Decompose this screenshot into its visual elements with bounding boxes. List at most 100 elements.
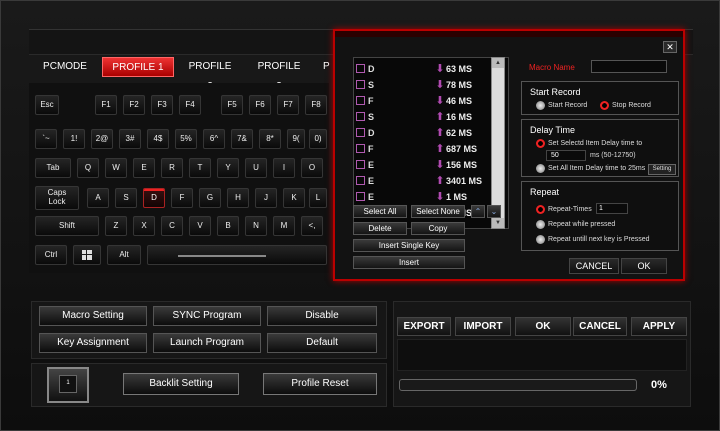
key-f3[interactable]: F3 — [151, 95, 173, 115]
setting-button[interactable]: Setting — [648, 164, 676, 175]
key-l[interactable]: L — [309, 188, 327, 208]
stop-record-radio[interactable] — [600, 101, 609, 110]
key-esc[interactable]: Esc — [35, 95, 59, 115]
scroll-down-icon[interactable]: ▼ — [492, 218, 504, 228]
macro-row[interactable]: S ⬆ 16 MS — [354, 110, 499, 124]
key-t[interactable]: T — [189, 158, 211, 178]
key-n[interactable]: N — [245, 216, 267, 236]
key-i[interactable]: I — [273, 158, 295, 178]
import-button[interactable]: IMPORT — [455, 317, 511, 336]
macro-list[interactable]: D ⬇ 63 MS S ⬇ 78 MS F ⬇ 46 MS S ⬆ 16 MS D ⬆ 62 MS F ⬆ 687… — [353, 57, 509, 229]
backlit-setting-button[interactable]: Backlit Setting — [123, 373, 239, 395]
key-c[interactable]: C — [161, 216, 183, 236]
export-button[interactable]: EXPORT — [397, 317, 451, 336]
key-f[interactable]: F — [171, 188, 193, 208]
key-y[interactable]: Y — [217, 158, 239, 178]
disable-button[interactable]: Disable — [267, 306, 377, 326]
macro-name-input[interactable] — [591, 60, 667, 73]
cancel-button[interactable]: CANCEL — [573, 317, 627, 336]
key-f8[interactable]: F8 — [305, 95, 327, 115]
row-checkbox[interactable] — [356, 128, 365, 137]
start-record-radio[interactable] — [536, 101, 545, 110]
row-checkbox[interactable] — [356, 176, 365, 185]
macro-setting-button[interactable]: Macro Setting — [39, 306, 147, 326]
key-9[interactable]: 9( — [287, 129, 305, 149]
key-ctrl[interactable]: Ctrl — [35, 245, 67, 265]
select-all-button[interactable]: Select All — [353, 205, 407, 218]
repeat-times-radio[interactable] — [536, 205, 545, 214]
backlit-key-preview[interactable]: 1 — [47, 367, 89, 403]
tab-profile-1[interactable]: PROFILE 1 — [102, 57, 174, 77]
key-k[interactable]: K — [283, 188, 305, 208]
scroll-up-icon[interactable]: ▲ — [492, 58, 504, 68]
key-5[interactable]: 5% — [175, 129, 197, 149]
key-j[interactable]: J — [255, 188, 277, 208]
key-3[interactable]: 3# — [119, 129, 141, 149]
delete-button[interactable]: Delete — [353, 222, 407, 235]
default-button[interactable]: Default — [267, 333, 377, 353]
tab-profile-2[interactable]: PROFILE 2 — [177, 57, 243, 92]
macro-row[interactable]: E ⬇ 156 MS — [354, 158, 499, 172]
move-down-icon[interactable]: ⌄ — [487, 205, 501, 218]
key-x[interactable]: X — [133, 216, 155, 236]
macro-row[interactable]: D ⬇ 63 MS — [354, 62, 499, 76]
repeat-while-pressed-radio[interactable] — [536, 220, 545, 229]
macro-ok-button[interactable]: OK — [621, 258, 667, 274]
key-f7[interactable]: F7 — [277, 95, 299, 115]
key-alt[interactable]: Alt — [107, 245, 141, 265]
delay-value-input[interactable]: 50 — [546, 150, 586, 161]
key-0[interactable]: 0) — [309, 129, 327, 149]
repeat-until-next-radio[interactable] — [536, 235, 545, 244]
row-checkbox[interactable] — [356, 144, 365, 153]
set-selected-delay-radio[interactable] — [536, 139, 545, 148]
move-up-icon[interactable]: ⌃ — [471, 205, 485, 218]
key-comma[interactable]: <, — [301, 216, 323, 236]
insert-button[interactable]: Insert — [353, 256, 465, 269]
key-4[interactable]: 4$ — [147, 129, 169, 149]
key-f6[interactable]: F6 — [249, 95, 271, 115]
key-o[interactable]: O — [301, 158, 323, 178]
key-f1[interactable]: F1 — [95, 95, 117, 115]
insert-single-key-button[interactable]: Insert Single Key — [353, 239, 465, 252]
key-u[interactable]: U — [245, 158, 267, 178]
row-checkbox[interactable] — [356, 96, 365, 105]
select-none-button[interactable]: Select None — [411, 205, 465, 218]
row-checkbox[interactable] — [356, 192, 365, 201]
key-m[interactable]: M — [273, 216, 295, 236]
key-7[interactable]: 7& — [231, 129, 253, 149]
key-shift[interactable]: Shift — [35, 216, 99, 236]
macro-row[interactable]: S ⬇ 78 MS — [354, 78, 499, 92]
close-icon[interactable]: ✕ — [663, 41, 677, 53]
key-assignment-button[interactable]: Key Assignment — [39, 333, 147, 353]
key-s[interactable]: S — [115, 188, 137, 208]
key-caps-lock[interactable]: Caps Lock — [35, 186, 79, 210]
key-q[interactable]: Q — [77, 158, 99, 178]
key-1[interactable]: 1! — [63, 129, 85, 149]
sync-program-button[interactable]: SYNC Program — [153, 306, 261, 326]
row-checkbox[interactable] — [356, 80, 365, 89]
key-e[interactable]: E — [133, 158, 155, 178]
key-f5[interactable]: F5 — [221, 95, 243, 115]
key-z[interactable]: Z — [105, 216, 127, 236]
macro-row[interactable]: D ⬆ 62 MS — [354, 126, 499, 140]
launch-program-button[interactable]: Launch Program — [153, 333, 261, 353]
row-checkbox[interactable] — [356, 64, 365, 73]
key-v[interactable]: V — [189, 216, 211, 236]
key-6[interactable]: 6^ — [203, 129, 225, 149]
key-space[interactable] — [147, 245, 327, 265]
key-f4[interactable]: F4 — [179, 95, 201, 115]
key-windows[interactable] — [73, 245, 101, 265]
row-checkbox[interactable] — [356, 112, 365, 121]
key-8[interactable]: 8* — [259, 129, 281, 149]
tab-profile-4[interactable]: P — [315, 57, 335, 77]
key-2[interactable]: 2@ — [91, 129, 113, 149]
key-d[interactable]: D — [143, 188, 165, 208]
apply-button[interactable]: APPLY — [631, 317, 687, 336]
repeat-times-input[interactable]: 1 — [596, 203, 628, 214]
macro-cancel-button[interactable]: CANCEL — [569, 258, 619, 274]
key-g[interactable]: G — [199, 188, 221, 208]
row-checkbox[interactable] — [356, 160, 365, 169]
key-f2[interactable]: F2 — [123, 95, 145, 115]
key-r[interactable]: R — [161, 158, 183, 178]
key-w[interactable]: W — [105, 158, 127, 178]
